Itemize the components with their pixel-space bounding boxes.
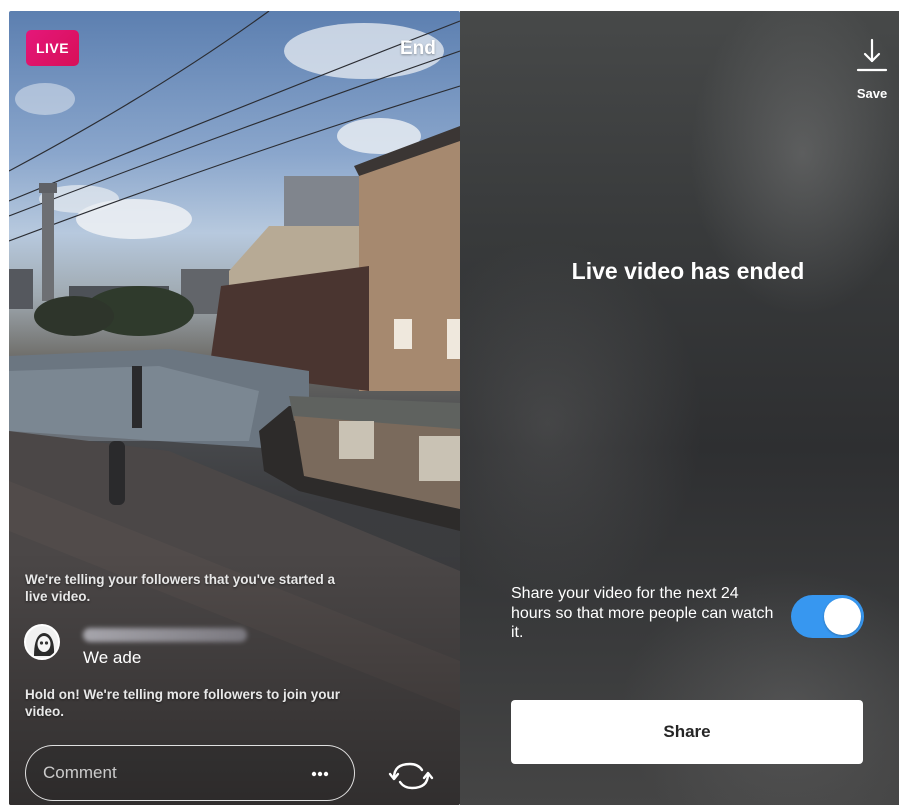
- flip-camera-icon[interactable]: [388, 758, 434, 794]
- comment-text: We ade: [83, 648, 142, 667]
- live-ended-title: Live video has ended: [571, 258, 805, 284]
- download-icon: [856, 38, 888, 72]
- comment-placeholder: Comment: [43, 763, 117, 782]
- comment-input[interactable]: Comment: [25, 745, 355, 801]
- live-ended-screen: Save Live video has ended Share your vid…: [460, 11, 899, 805]
- toggle-knob: [824, 598, 861, 635]
- comment-username-blurred: [83, 628, 247, 642]
- share-description: Share your video for the next 24 hours s…: [511, 585, 774, 641]
- save-button[interactable]: Save: [850, 37, 894, 101]
- share-video-toggle[interactable]: [791, 595, 864, 638]
- more-dots-icon[interactable]: [309, 763, 331, 785]
- live-camera-view: LIVE End We're telling your followers th…: [9, 11, 460, 805]
- user-avatar-icon: [26, 626, 58, 658]
- more-followers-notice: Hold on! We're telling more followers to…: [25, 687, 340, 719]
- end-live-button[interactable]: End: [400, 38, 436, 60]
- avatar[interactable]: [24, 624, 60, 660]
- share-button[interactable]: Share: [511, 700, 863, 764]
- save-label: Save: [856, 86, 888, 101]
- live-badge: LIVE: [26, 30, 79, 66]
- comment-item: We ade: [24, 624, 344, 680]
- followers-notified-notice: We're telling your followers that you've…: [25, 572, 335, 604]
